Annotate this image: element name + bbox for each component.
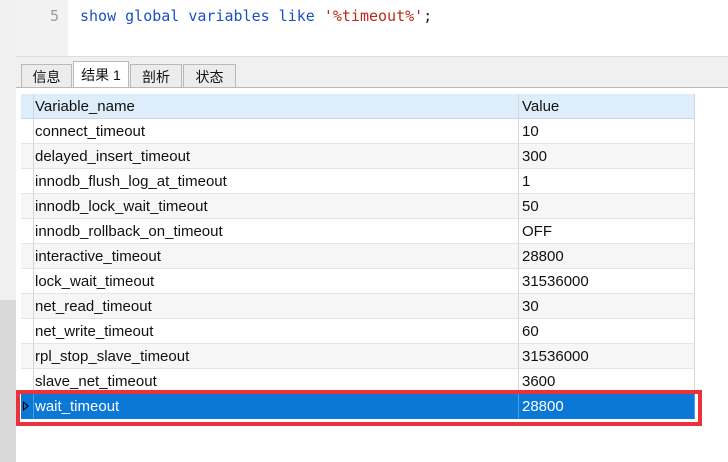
cell-variable-name[interactable]: net_write_timeout	[34, 319, 519, 344]
cell-variable-name[interactable]: wait_timeout	[34, 394, 519, 419]
cell-variable-name[interactable]: innodb_flush_log_at_timeout	[34, 169, 519, 194]
row-selector[interactable]	[21, 144, 34, 169]
sql-string-literal: '%timeout%'	[323, 7, 424, 25]
cell-variable-name[interactable]: innodb_lock_wait_timeout	[34, 194, 519, 219]
table-row[interactable]: slave_net_timeout 3600	[21, 369, 695, 394]
tab-result-1[interactable]: 结果 1	[73, 61, 129, 89]
line-number-gutter	[16, 0, 68, 56]
table-row[interactable]: innodb_flush_log_at_timeout 1	[21, 169, 695, 194]
row-selector[interactable]	[21, 319, 34, 344]
line-number: 5	[50, 7, 60, 25]
result-tab-bar: 信息 结果 1 剖析 状态	[16, 56, 728, 89]
row-selector[interactable]	[21, 344, 34, 369]
tab-status[interactable]: 状态	[183, 64, 236, 88]
table-row[interactable]: connect_timeout 10	[21, 119, 695, 144]
cell-value[interactable]: 30	[519, 294, 695, 319]
sql-statement[interactable]: show global variables like '%timeout%';	[80, 7, 432, 25]
cell-value[interactable]: 60	[519, 319, 695, 344]
grid-header: Variable_name Value	[21, 94, 695, 119]
cell-value[interactable]: 31536000	[519, 344, 695, 369]
cell-value[interactable]: OFF	[519, 219, 695, 244]
table-row[interactable]: net_read_timeout 30	[21, 294, 695, 319]
table-row[interactable]: lock_wait_timeout 31536000	[21, 269, 695, 294]
table-row[interactable]: net_write_timeout 60	[21, 319, 695, 344]
row-header-corner	[21, 94, 34, 119]
cell-variable-name[interactable]: lock_wait_timeout	[34, 269, 519, 294]
row-selector[interactable]	[21, 119, 34, 144]
cell-value[interactable]: 10	[519, 119, 695, 144]
cell-variable-name[interactable]: net_read_timeout	[34, 294, 519, 319]
cell-value[interactable]: 300	[519, 144, 695, 169]
row-selector[interactable]	[21, 269, 34, 294]
left-gutter-shade	[0, 300, 16, 462]
cell-value[interactable]: 50	[519, 194, 695, 219]
current-row-arrow-icon	[23, 401, 29, 411]
cell-value[interactable]: 3600	[519, 369, 695, 394]
cell-value[interactable]: 1	[519, 169, 695, 194]
row-selector[interactable]	[21, 369, 34, 394]
result-grid: Variable_name Value connect_timeout 10 del…	[21, 94, 695, 419]
row-selector[interactable]	[21, 169, 34, 194]
cell-variable-name[interactable]: delayed_insert_timeout	[34, 144, 519, 169]
row-selector[interactable]	[21, 219, 34, 244]
table-row[interactable]: innodb_lock_wait_timeout 50	[21, 194, 695, 219]
cell-variable-name[interactable]: innodb_rollback_on_timeout	[34, 219, 519, 244]
table-row[interactable]: innodb_rollback_on_timeout OFF	[21, 219, 695, 244]
table-row[interactable]: delayed_insert_timeout 300	[21, 144, 695, 169]
table-row[interactable]: interactive_timeout 28800	[21, 244, 695, 269]
row-selector[interactable]	[21, 194, 34, 219]
tab-info[interactable]: 信息	[21, 64, 72, 88]
cell-value[interactable]: 28800	[519, 244, 695, 269]
cell-variable-name[interactable]: interactive_timeout	[34, 244, 519, 269]
column-header-value[interactable]: Value	[519, 94, 695, 119]
cell-value[interactable]: 28800	[519, 394, 695, 419]
tab-profile[interactable]: 剖析	[130, 64, 182, 88]
cell-value[interactable]: 31536000	[519, 269, 695, 294]
table-row-selected[interactable]: wait_timeout 28800	[21, 394, 695, 419]
sql-keywords: show global variables like	[80, 7, 315, 25]
cell-variable-name[interactable]: slave_net_timeout	[34, 369, 519, 394]
column-header-variable-name[interactable]: Variable_name	[34, 94, 519, 119]
table-row[interactable]: rpl_stop_slave_timeout 31536000	[21, 344, 695, 369]
cell-variable-name[interactable]: connect_timeout	[34, 119, 519, 144]
cell-variable-name[interactable]: rpl_stop_slave_timeout	[34, 344, 519, 369]
row-selector[interactable]	[21, 294, 34, 319]
row-selector[interactable]	[21, 394, 34, 419]
row-selector[interactable]	[21, 244, 34, 269]
sql-terminator: ;	[423, 7, 433, 25]
